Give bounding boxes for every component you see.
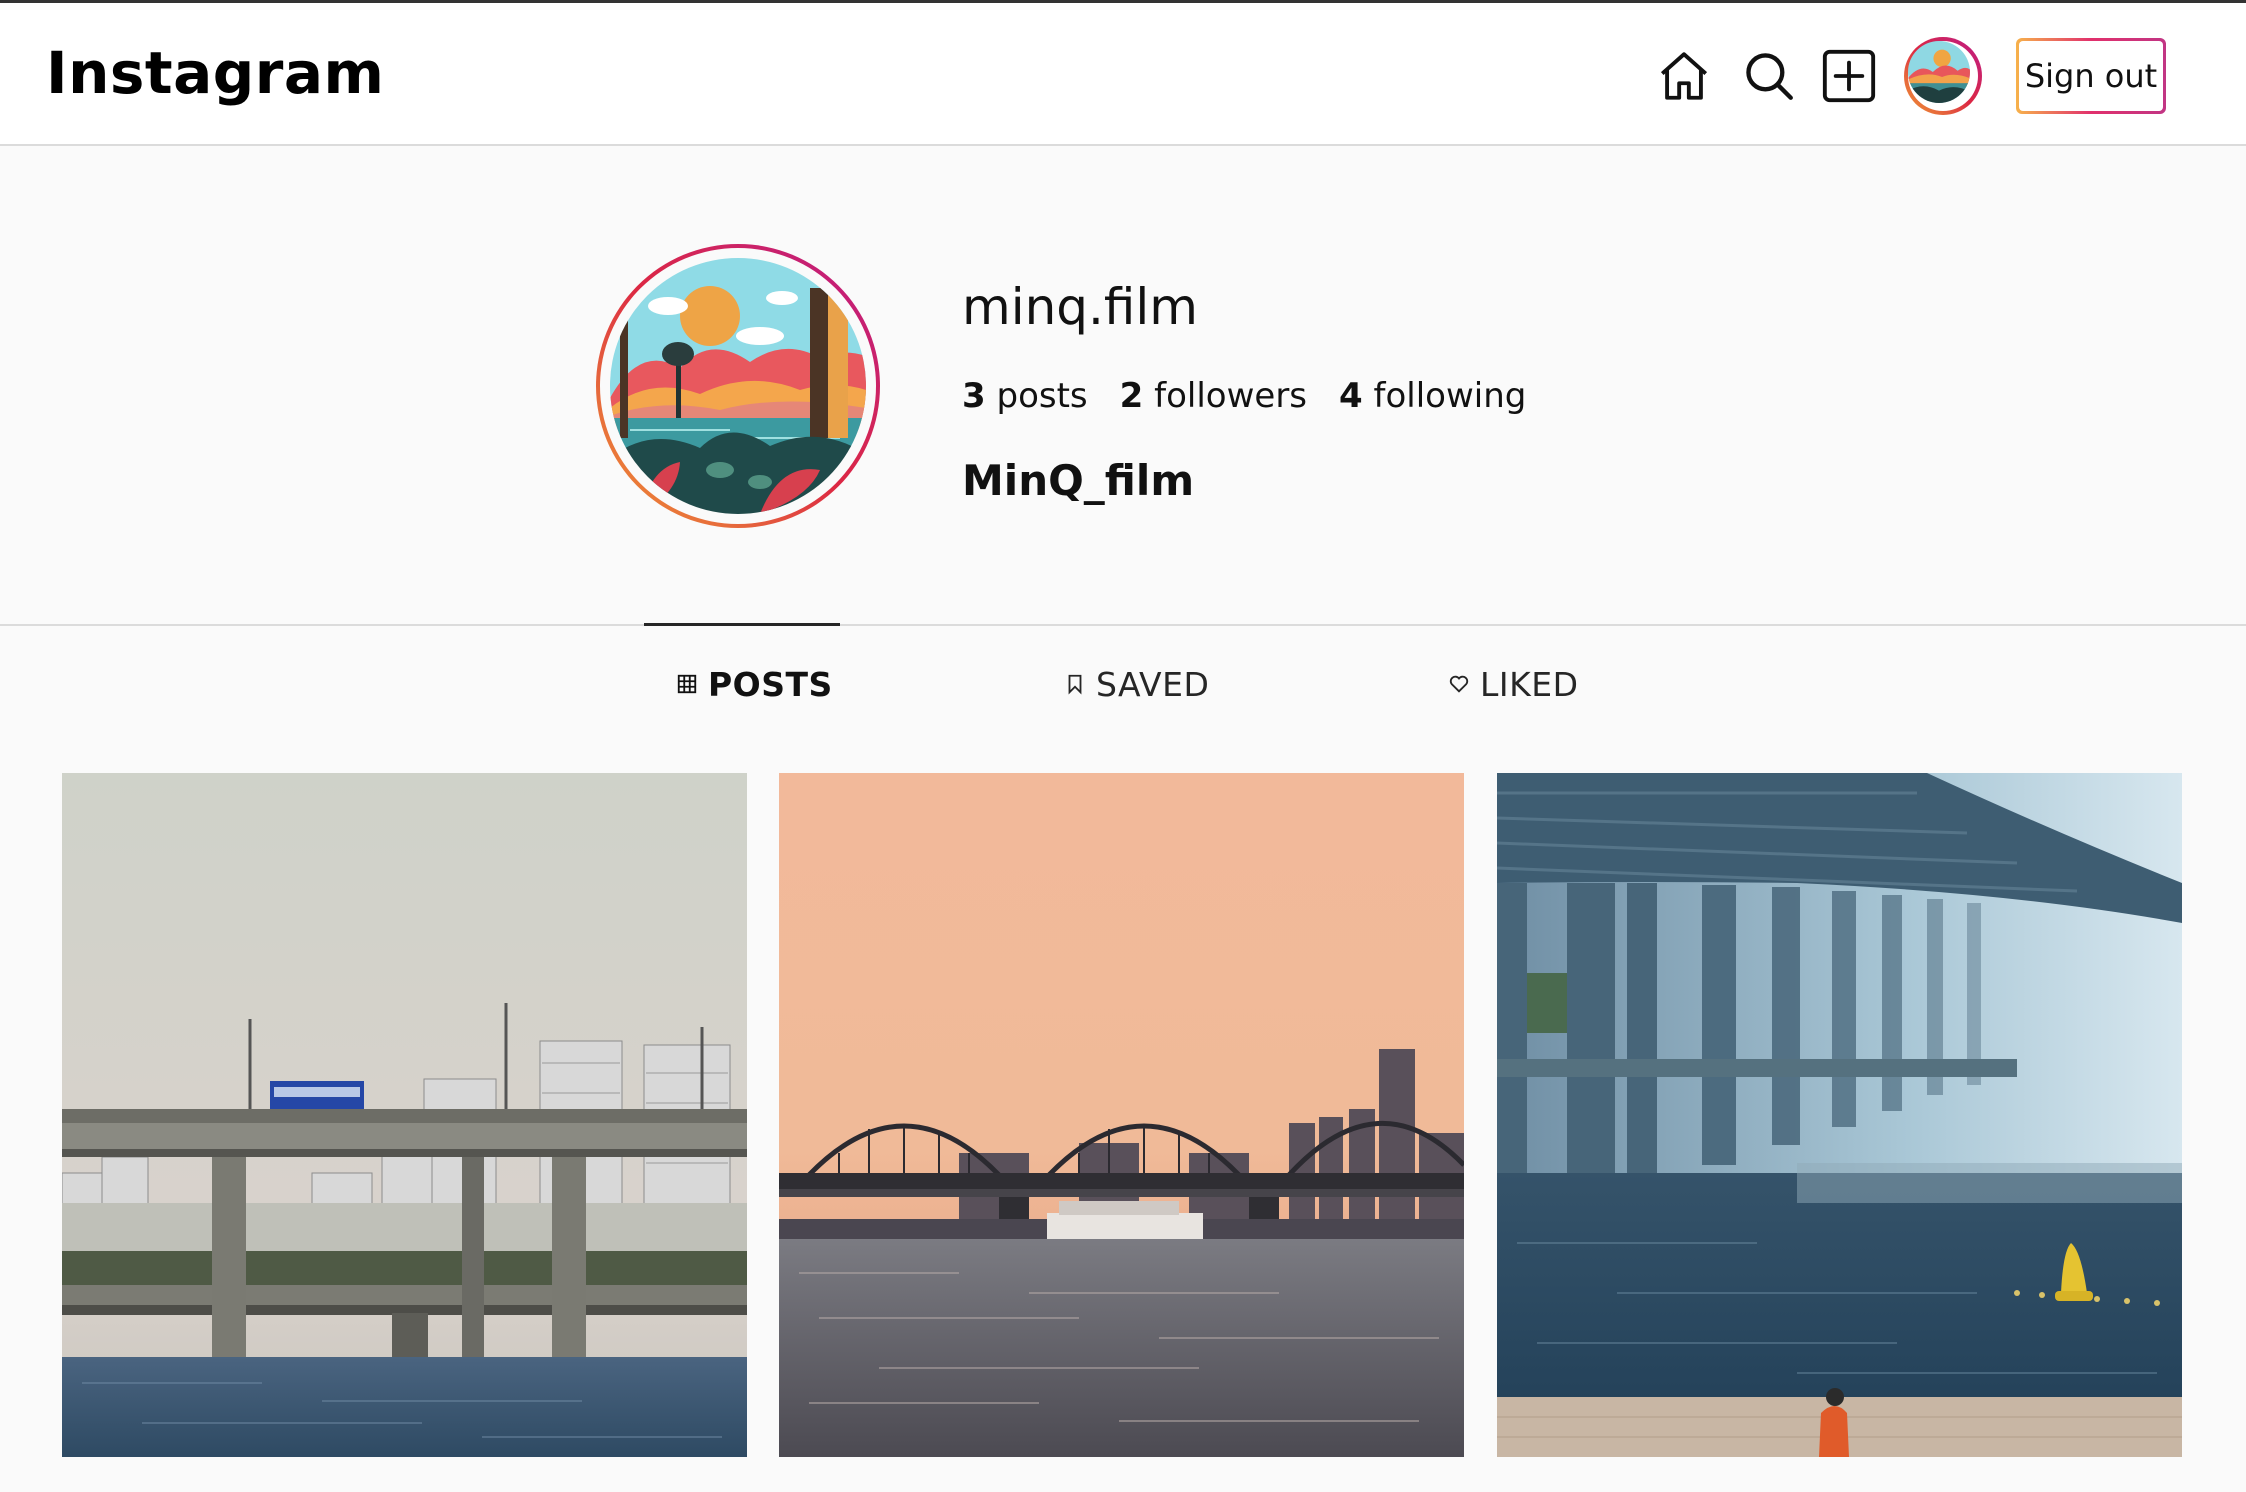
profile-avatar[interactable] — [1904, 37, 1982, 115]
profile-illustration — [610, 258, 866, 514]
bookmark-icon — [1068, 674, 1082, 695]
posts-label: posts — [996, 376, 1088, 416]
search-icon[interactable] — [1740, 47, 1798, 105]
tab-saved-label: SAVED — [1096, 664, 1210, 704]
post-thumbnail[interactable] — [779, 773, 1464, 1457]
new-post-icon[interactable] — [1820, 47, 1878, 105]
sign-out-label: Sign out — [2019, 41, 2163, 111]
posts-stat: 3 posts — [962, 376, 1088, 416]
instagram-logo[interactable]: Instagram — [46, 39, 384, 107]
heart-icon — [1449, 675, 1469, 693]
following-count: 4 — [1339, 376, 1363, 416]
home-icon[interactable] — [1655, 47, 1713, 105]
profile-username: minq.film — [962, 278, 1199, 336]
tab-liked[interactable]: LIKED — [1448, 664, 1579, 704]
tab-saved[interactable]: SAVED — [1064, 664, 1209, 704]
post-image-sunset-bridge — [779, 773, 1464, 1457]
top-navigation-bar: Instagram Sign out — [0, 0, 2246, 146]
tab-posts-label: POSTS — [708, 664, 833, 704]
post-thumbnail[interactable] — [62, 773, 747, 1457]
followers-label: followers — [1154, 376, 1308, 416]
grid-icon — [677, 674, 697, 694]
avatar-illustration — [1908, 41, 1970, 103]
tab-posts[interactable]: POSTS — [676, 664, 833, 704]
active-tab-indicator — [644, 623, 840, 626]
profile-picture[interactable] — [596, 244, 880, 528]
tab-divider — [0, 624, 2246, 626]
following-stat[interactable]: 4 following — [1339, 376, 1526, 416]
followers-count: 2 — [1119, 376, 1144, 416]
post-image-misty-bridge — [1497, 773, 2182, 1457]
posts-count: 3 — [962, 376, 986, 416]
sign-out-button[interactable]: Sign out — [2016, 38, 2166, 114]
tab-liked-label: LIKED — [1480, 664, 1579, 704]
followers-stat[interactable]: 2 followers — [1120, 376, 1307, 416]
following-label: following — [1373, 376, 1527, 416]
profile-full-name: MinQ_film — [962, 456, 1195, 505]
profile-stats: 3 posts 2 followers 4 following — [962, 376, 1526, 416]
post-thumbnail[interactable] — [1497, 773, 2182, 1457]
post-image-bridge-city — [62, 773, 747, 1457]
